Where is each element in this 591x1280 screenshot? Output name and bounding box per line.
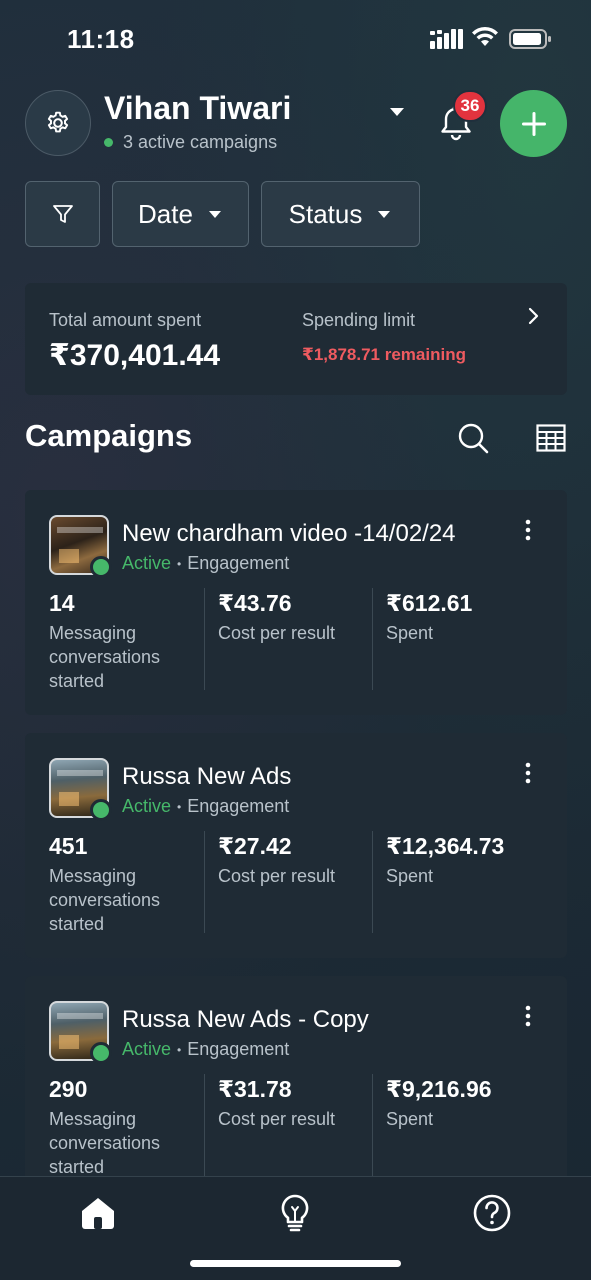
results-value: 14 [49, 590, 75, 616]
chevron-down-icon [378, 211, 391, 218]
campaign-objective: Engagement [187, 553, 290, 573]
cost-per-result-value: ₹43.76 [218, 590, 292, 616]
lightbulb-icon[interactable] [275, 1193, 315, 1233]
filter-button[interactable] [25, 181, 100, 247]
status-time: 11:18 [67, 24, 135, 54]
create-campaign-button[interactable] [500, 90, 567, 157]
cost-per-result-label: Cost per result [218, 623, 336, 643]
campaign-card[interactable]: New chardham video -14/02/24 Active • En… [25, 490, 567, 715]
cost-per-result-value: ₹31.78 [218, 1076, 292, 1102]
spent-metric: ₹12,364.73 Spent [386, 833, 536, 888]
bullet-separator-icon: • [177, 556, 182, 571]
metric-divider [204, 1074, 205, 1176]
status-bar: 11:18 [0, 0, 591, 80]
bullet-separator-icon: • [177, 799, 182, 814]
account-dropdown-caret-icon[interactable] [387, 105, 407, 119]
campaign-objective: Engagement [187, 796, 290, 816]
spend-summary-card[interactable]: Total amount spent ₹370,401.44 Spending … [25, 283, 567, 395]
cost-per-result-value: ₹27.42 [218, 833, 292, 859]
chevron-right-icon[interactable] [525, 305, 543, 327]
search-icon[interactable] [457, 422, 489, 454]
campaign-objective: Engagement [187, 1039, 290, 1059]
campaign-status: Active [122, 1039, 172, 1059]
campaign-status-dot-icon [90, 799, 112, 821]
metric-divider [204, 831, 205, 933]
total-spent-label: Total amount spent [49, 310, 202, 330]
table-view-icon[interactable] [536, 424, 566, 452]
plus-icon [521, 111, 546, 136]
campaigns-section-title: Campaigns [25, 418, 193, 453]
home-icon[interactable] [78, 1193, 118, 1233]
active-campaigns-text: 3 active campaigns [123, 132, 278, 152]
campaign-meta: Active • Engagement [122, 553, 289, 574]
results-label: Messaging conversations started [49, 866, 161, 934]
campaign-name: Russa New Ads - Copy [122, 1006, 369, 1033]
campaign-status-dot-icon [90, 556, 112, 578]
metric-divider [372, 588, 373, 690]
notification-count-badge: 36 [453, 90, 487, 122]
account-name[interactable]: Vihan Tiwari [104, 90, 291, 127]
metric-divider [204, 588, 205, 690]
campaign-card[interactable]: Russa New Ads - Copy Active • Engagement… [25, 976, 567, 1201]
campaign-status: Active [122, 796, 172, 816]
campaign-status-dot-icon [90, 1042, 112, 1064]
date-filter-dropdown[interactable]: Date [112, 181, 249, 247]
spending-limit-label: Spending limit [302, 310, 416, 330]
campaign-status: Active [122, 553, 172, 573]
active-dot-icon [104, 138, 113, 147]
spending-limit-remaining: ₹1,878.71 remaining [302, 345, 466, 364]
cost-per-result-metric: ₹43.76 Cost per result [218, 590, 368, 645]
cost-per-result-label: Cost per result [218, 1109, 336, 1129]
chevron-down-icon [208, 211, 221, 218]
campaign-name: Russa New Ads [122, 763, 292, 790]
spent-value: ₹9,216.96 [386, 1076, 492, 1102]
cost-per-result-label: Cost per result [218, 866, 336, 886]
spent-label: Spent [386, 866, 434, 886]
funnel-icon [52, 205, 73, 223]
metric-divider [372, 1074, 373, 1176]
results-label: Messaging conversations started [49, 623, 161, 691]
results-metric: 14 Messaging conversations started [49, 590, 199, 693]
spent-metric: ₹9,216.96 Spent [386, 1076, 536, 1131]
results-value: 290 [49, 1076, 88, 1102]
spent-value: ₹12,364.73 [386, 833, 505, 859]
campaign-meta: Active • Engagement [122, 1039, 289, 1060]
more-options-icon[interactable] [522, 761, 534, 785]
campaign-name: New chardham video -14/02/24 [122, 520, 456, 547]
spent-label: Spent [386, 1109, 434, 1129]
metric-divider [372, 831, 373, 933]
active-campaigns-summary: 3 active campaigns [104, 132, 277, 153]
wifi-icon [472, 26, 498, 46]
cost-per-result-metric: ₹27.42 Cost per result [218, 833, 368, 888]
spent-label: Spent [386, 623, 434, 643]
gear-icon [47, 111, 69, 133]
results-label: Messaging conversations started [49, 1109, 161, 1177]
results-metric: 290 Messaging conversations started [49, 1076, 199, 1179]
home-indicator[interactable] [190, 1260, 401, 1267]
help-icon[interactable] [472, 1193, 512, 1233]
status-filter-label: Status [288, 198, 363, 229]
battery-icon [509, 29, 551, 49]
results-metric: 451 Messaging conversations started [49, 833, 199, 936]
results-value: 451 [49, 833, 88, 859]
spent-metric: ₹612.61 Spent [386, 590, 536, 645]
settings-button[interactable] [25, 90, 91, 156]
date-filter-label: Date [138, 198, 193, 229]
spent-value: ₹612.61 [386, 590, 473, 616]
cellular-signal-icon [430, 29, 463, 49]
more-options-icon[interactable] [522, 1004, 534, 1028]
total-spent-value: ₹370,401.44 [49, 339, 221, 372]
campaign-meta: Active • Engagement [122, 796, 289, 817]
cost-per-result-metric: ₹31.78 Cost per result [218, 1076, 368, 1131]
status-filter-dropdown[interactable]: Status [261, 181, 420, 247]
more-options-icon[interactable] [522, 518, 534, 542]
bullet-separator-icon: • [177, 1042, 182, 1057]
campaign-card[interactable]: Russa New Ads Active • Engagement 451 Me… [25, 733, 567, 958]
